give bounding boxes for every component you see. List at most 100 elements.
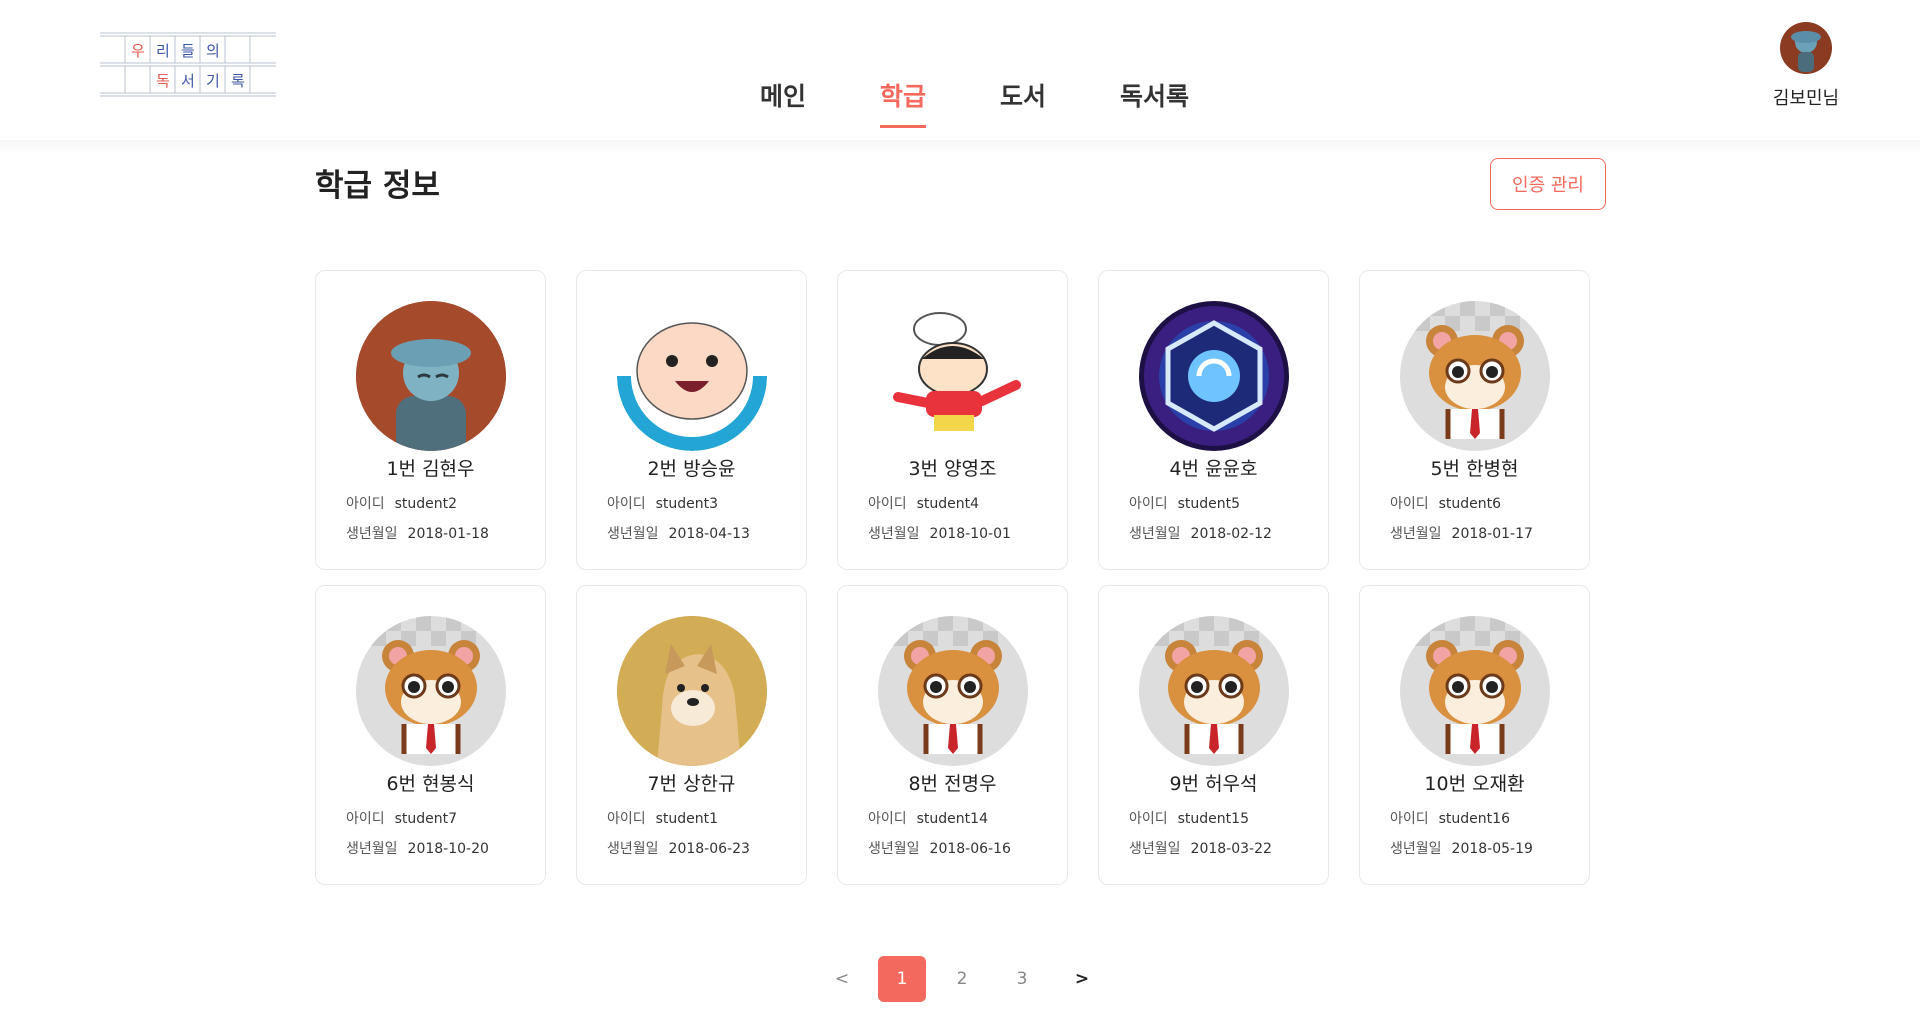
student-card[interactable]: 8번 전명우 아이디 student14 생년월일 2018-06-16: [837, 585, 1068, 885]
student-id: student1: [655, 811, 719, 827]
student-id-row: 아이디 student1: [607, 808, 718, 828]
id-label: 아이디: [607, 496, 646, 512]
nav-item-books[interactable]: 도서: [1000, 78, 1046, 116]
student-id: student4: [916, 496, 980, 512]
student-card[interactable]: 1번 김현우 아이디 student2 생년월일 2018-01-18: [315, 270, 546, 570]
id-label: 아이디: [607, 811, 646, 827]
student-birth-row: 생년월일 2018-02-12: [1129, 523, 1272, 543]
student-name: 2번 방승윤: [647, 458, 736, 480]
logo-char: 서: [181, 72, 195, 90]
student-birth: 2018-01-18: [407, 526, 489, 542]
pagination-prev[interactable]: <: [818, 956, 866, 1002]
student-birth: 2018-06-16: [929, 841, 1011, 857]
student-avatar: [1400, 301, 1550, 451]
student-birth-row: 생년월일 2018-10-01: [868, 523, 1011, 543]
birth-label: 생년월일: [868, 841, 920, 857]
student-avatar: [1400, 616, 1550, 766]
user-avatar: [1780, 22, 1832, 74]
student-id: student16: [1438, 811, 1510, 827]
student-avatar: [878, 301, 1028, 451]
student-name: 6번 현봉식: [386, 773, 475, 795]
hexagon-emblem-icon: [1139, 301, 1289, 451]
student-id: student3: [655, 496, 719, 512]
student-name: 5번 한병현: [1430, 458, 1519, 480]
dog-photo-icon: [617, 616, 767, 766]
birth-label: 생년월일: [607, 526, 659, 542]
id-label: 아이디: [868, 496, 907, 512]
student-card[interactable]: 3번 양영조 아이디 student4 생년월일 2018-10-01: [837, 270, 1068, 570]
pagination-next[interactable]: >: [1058, 956, 1106, 1002]
id-label: 아이디: [1129, 811, 1168, 827]
student-id-row: 아이디 student5: [1129, 493, 1240, 513]
pagination-page-1[interactable]: 1: [878, 956, 926, 1002]
student-birth-row: 생년월일 2018-05-19: [1390, 838, 1533, 858]
student-card[interactable]: 2번 방승윤 아이디 student3 생년월일 2018-04-13: [576, 270, 807, 570]
logo[interactable]: 우 리 들 의 독 서 기 록: [100, 30, 276, 102]
student-birth: 2018-02-12: [1190, 526, 1272, 542]
logo-char: 의: [206, 42, 220, 60]
student-birth: 2018-10-20: [407, 841, 489, 857]
hamster-icon: [1400, 616, 1550, 766]
logo-char: 기: [206, 72, 220, 90]
student-birth-row: 생년월일 2018-01-17: [1390, 523, 1533, 543]
logo-char: 독: [156, 72, 170, 90]
student-id-row: 아이디 student6: [1390, 493, 1501, 513]
student-birth: 2018-03-22: [1190, 841, 1272, 857]
id-label: 아이디: [868, 811, 907, 827]
id-label: 아이디: [1390, 811, 1429, 827]
id-label: 아이디: [346, 496, 385, 512]
student-card[interactable]: 7번 상한규 아이디 student1 생년월일 2018-06-23: [576, 585, 807, 885]
student-card[interactable]: 4번 윤윤호 아이디 student5 생년월일 2018-02-12: [1098, 270, 1329, 570]
id-label: 아이디: [1129, 496, 1168, 512]
cert-manage-button[interactable]: 인증 관리: [1490, 158, 1606, 210]
student-birth-row: 생년월일 2018-01-18: [346, 523, 489, 543]
student-avatar: [1139, 301, 1289, 451]
student-birth-row: 생년월일 2018-06-23: [607, 838, 750, 858]
pagination-page-3[interactable]: 3: [998, 956, 1046, 1002]
birth-label: 생년월일: [607, 841, 659, 857]
student-id: student6: [1438, 496, 1502, 512]
nav-item-class[interactable]: 학급: [880, 78, 927, 128]
hamster-icon: [1139, 616, 1289, 766]
id-label: 아이디: [1390, 496, 1429, 512]
nav-item-reading-log[interactable]: 독서록: [1120, 78, 1189, 116]
student-name: 3번 양영조: [908, 458, 997, 480]
student-id-row: 아이디 student16: [1390, 808, 1510, 828]
nav-item-main[interactable]: 메인: [760, 78, 806, 116]
student-id: student5: [1177, 496, 1241, 512]
user-menu[interactable]: 김보민님: [1746, 22, 1866, 110]
cartoon-kid-icon: [878, 301, 1028, 451]
student-id-row: 아이디 student7: [346, 808, 457, 828]
student-card[interactable]: 5번 한병현 아이디 student6 생년월일 2018-01-17: [1359, 270, 1590, 570]
user-name: 김보민님: [1772, 88, 1840, 109]
birth-label: 생년월일: [1129, 841, 1181, 857]
student-card[interactable]: 6번 현봉식 아이디 student7 생년월일 2018-10-20: [315, 585, 546, 885]
student-birth-row: 생년월일 2018-06-16: [868, 838, 1011, 858]
student-card[interactable]: 10번 오재환 아이디 student16 생년월일 2018-05-19: [1359, 585, 1590, 885]
birth-label: 생년월일: [1129, 526, 1181, 542]
student-birth: 2018-04-13: [668, 526, 750, 542]
student-grid: 1번 김현우 아이디 student2 생년월일 2018-01-18 2번 방승윤 아이디…: [315, 270, 1590, 885]
birth-label: 생년월일: [1390, 526, 1442, 542]
student-avatar: [617, 616, 767, 766]
student-avatar: [356, 301, 506, 451]
student-id-row: 아이디 student3: [607, 493, 718, 513]
hamster-icon: [878, 616, 1028, 766]
student-birth-row: 생년월일 2018-04-13: [607, 523, 750, 543]
student-birth-row: 생년월일 2018-03-22: [1129, 838, 1272, 858]
student-avatar: [356, 616, 506, 766]
student-name: 4번 윤윤호: [1169, 458, 1258, 480]
header-divider: [0, 140, 1920, 154]
student-card[interactable]: 9번 허우석 아이디 student15 생년월일 2018-03-22: [1098, 585, 1329, 885]
student-id-row: 아이디 student2: [346, 493, 457, 513]
logo-char: 들: [181, 42, 195, 60]
header: 우 리 들 의 독 서 기 록 메인 학급 도서 독서록 김보민님: [0, 0, 1920, 140]
student-id: student2: [394, 496, 458, 512]
pagination-page-2[interactable]: 2: [938, 956, 986, 1002]
hamster-icon: [1400, 301, 1550, 451]
logo-char: 리: [156, 42, 170, 60]
birth-label: 생년월일: [868, 526, 920, 542]
main-nav: 메인 학급 도서 독서록: [760, 78, 1263, 128]
student-name: 9번 허우석: [1169, 773, 1258, 795]
logo-char: 록: [231, 72, 245, 90]
